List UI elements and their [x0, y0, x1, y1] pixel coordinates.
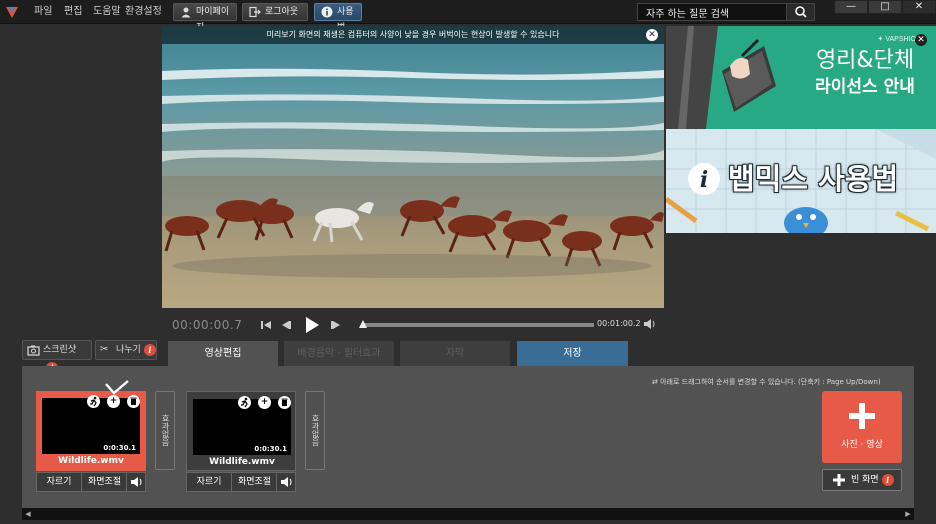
- menu-help[interactable]: 도움말: [93, 0, 121, 24]
- blank-info-icon[interactable]: i: [881, 473, 894, 486]
- add-media-label: 사진 · 영상: [841, 440, 883, 450]
- selected-check-icon: [105, 380, 129, 395]
- current-timecode: 00:00:00.7: [172, 318, 243, 332]
- plus-icon: [849, 403, 875, 429]
- clip-filename: Wildlife.wmv: [58, 456, 124, 466]
- clip-cut-button[interactable]: 자르기: [37, 473, 82, 491]
- vapmix-app: 파일 편집 도움말 환경설정 마이페이지 로그아웃 사용법: [0, 0, 936, 524]
- howto-ad-banner[interactable]: i 뱁믹스 사용법: [666, 129, 936, 233]
- maximize-button[interactable]: □: [868, 0, 902, 14]
- clip-adjust-button[interactable]: 화면조절: [83, 473, 127, 491]
- scissors-icon: ✂: [100, 344, 109, 355]
- clip-card-selected[interactable]: 0:0:30.1 + Wildlife.wmv: [36, 391, 146, 471]
- search-button[interactable]: [786, 4, 814, 20]
- close-window-button[interactable]: ✕: [902, 0, 936, 14]
- split-button[interactable]: ✂ 나누기 i: [95, 340, 157, 360]
- tab-subtitle[interactable]: 자막: [400, 341, 510, 366]
- clip-actions: 자르기 화면조절: [36, 472, 146, 492]
- minimize-button[interactable]: —: [834, 0, 868, 14]
- clip-timecode: 0:0:30.1: [254, 445, 287, 453]
- license-ad-line2: 라이선스 안내: [815, 77, 915, 97]
- camera-icon: [27, 344, 40, 360]
- seek-bar[interactable]: [362, 323, 594, 327]
- logout-label: 로그아웃: [265, 7, 299, 17]
- transition-effect-slot[interactable]: 효과없음: [155, 391, 175, 470]
- user-icon: [180, 6, 192, 18]
- app-logo-icon: [6, 7, 18, 18]
- volume-icon[interactable]: [643, 318, 657, 330]
- play-icon[interactable]: [304, 316, 320, 334]
- clip-adjust-button[interactable]: 화면조절: [233, 473, 277, 491]
- logout-button[interactable]: 로그아웃: [242, 3, 308, 21]
- svg-text:i: i: [700, 167, 708, 193]
- clip-add-icon[interactable]: +: [258, 396, 271, 409]
- faq-search-box: [637, 3, 815, 21]
- previous-frame-icon[interactable]: [279, 318, 293, 332]
- clip-actions: 자르기 화면조절: [186, 472, 296, 492]
- menu-edit[interactable]: 편집: [64, 0, 82, 24]
- search-icon: [795, 6, 807, 18]
- add-blank-screen-button[interactable]: 빈 화면 i: [822, 469, 902, 491]
- clip-filename: Wildlife.wmv: [209, 457, 275, 467]
- reorder-hint: ⇄ 아래로 드래그하여 순서를 변경할 수 있습니다. (단축키 : Page …: [652, 377, 881, 387]
- license-ad-line1: 영리&단체: [815, 48, 915, 73]
- clip-speed-icon[interactable]: [87, 395, 100, 408]
- clip-volume-icon[interactable]: [128, 473, 145, 491]
- timeline-scrollbar[interactable]: ◀ ▶: [22, 508, 914, 520]
- menu-settings[interactable]: 환경설정: [125, 0, 162, 24]
- add-media-button[interactable]: 사진 · 영상: [822, 391, 902, 463]
- split-info-icon[interactable]: i: [143, 343, 156, 356]
- screenshot-label: 스크린샷: [43, 345, 77, 355]
- howto-ad-title: 뱁믹스 사용법: [728, 162, 899, 196]
- clip-timecode: 0:0:30.1: [103, 444, 136, 452]
- notice-close-icon[interactable]: ✕: [646, 29, 658, 41]
- clip-cut-button[interactable]: 자르기: [187, 473, 232, 491]
- blank-screen-label: 빈 화면: [851, 475, 879, 485]
- performance-notice: 미리보기 화면의 재생은 컴퓨터의 사양이 낮을 경우 버벅이는 현상이 발생할…: [162, 26, 664, 44]
- tab-music-filter[interactable]: 배경음악 · 필터효과: [284, 341, 394, 366]
- effect-label: 효과없음: [161, 414, 170, 446]
- reorder-hint-text: 아래로 드래그하여 순서를 변경할 수 있습니다. (단축키 : Page Up…: [660, 378, 881, 386]
- plus-icon: [833, 474, 845, 486]
- tab-save[interactable]: 저장: [517, 341, 628, 366]
- transition-effect-slot[interactable]: 효과없음: [305, 391, 325, 470]
- mypage-button[interactable]: 마이페이지: [173, 3, 237, 33]
- ad-close-icon[interactable]: ✕: [915, 34, 927, 46]
- reorder-icon: ⇄: [652, 378, 661, 386]
- clip-delete-icon[interactable]: [278, 396, 291, 409]
- title-bar: 파일 편집 도움말 환경설정 마이페이지 로그아웃 사용법: [0, 0, 936, 33]
- howto-button[interactable]: 사용법: [314, 3, 362, 33]
- total-duration: 00:01:00.2: [597, 319, 641, 328]
- license-ad-banner[interactable]: ✦ VAPSHION 영리&단체 라이선스 안내: [666, 26, 936, 129]
- faq-search-input[interactable]: [646, 5, 786, 19]
- split-label: 나누기: [116, 345, 141, 355]
- skip-to-start-icon[interactable]: [259, 318, 273, 332]
- scroll-right-icon[interactable]: ▶: [902, 508, 914, 520]
- clip-volume-icon[interactable]: [278, 473, 295, 491]
- clip-speed-icon[interactable]: [238, 396, 251, 409]
- video-frame-horses: [162, 26, 664, 308]
- screenshot-button[interactable]: 스크린샷i: [22, 340, 92, 374]
- seek-thumb[interactable]: [359, 320, 367, 328]
- video-preview[interactable]: 미리보기 화면의 재생은 컴퓨터의 사양이 낮을 경우 버벅이는 현상이 발생할…: [162, 26, 664, 308]
- next-frame-icon[interactable]: [329, 318, 343, 332]
- logout-icon: [249, 6, 261, 18]
- effect-label: 효과없음: [311, 414, 320, 446]
- info-icon: [321, 6, 333, 18]
- menu-file[interactable]: 파일: [34, 0, 52, 24]
- scroll-left-icon[interactable]: ◀: [22, 508, 34, 520]
- clip-card[interactable]: 0:0:30.1 + Wildlife.wmv: [186, 391, 296, 471]
- tab-video-edit[interactable]: 영상편집: [168, 341, 278, 366]
